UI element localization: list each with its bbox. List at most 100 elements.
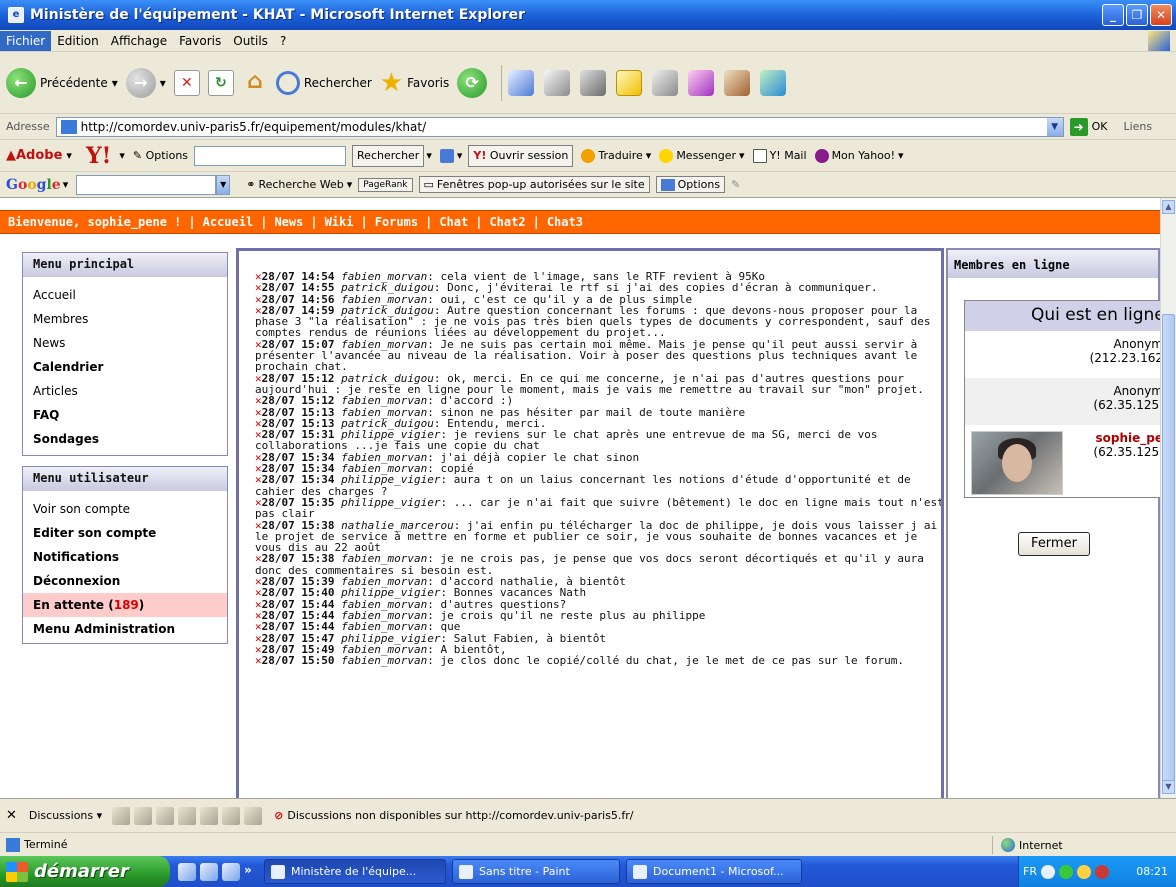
back-tray-icon[interactable] [1040,864,1055,879]
menu-item-articles[interactable]: Articles [23,379,227,403]
delete-message-icon[interactable]: ✕ [255,654,262,667]
new-discussion-icon[interactable] [112,806,131,825]
dropdown-arrow-icon[interactable]: ▾ [112,76,118,90]
yahoo-logo-icon[interactable]: Y! [86,143,111,169]
forward-button[interactable]: → ▾ [125,67,166,98]
nav-news[interactable]: News [274,215,303,229]
notes-icon[interactable] [616,69,643,96]
close-window-button[interactable]: ✕ [1150,4,1172,26]
nav-forums[interactable]: Forums [375,215,418,229]
nav-chat[interactable]: Chat [439,215,468,229]
history-icon[interactable]: ⟳ [457,67,488,98]
discussion-subscribe-icon[interactable] [244,806,263,825]
discussion-expand-icon[interactable] [156,806,175,825]
network-tray-icon[interactable] [1058,864,1073,879]
mail-icon[interactable] [508,69,535,96]
messenger-buddy-icon[interactable] [688,69,715,96]
menu-item-news[interactable]: News [23,331,227,355]
menu-item-accueil[interactable]: Accueil [23,283,227,307]
links-button[interactable]: Liens [1123,120,1152,133]
google-logo[interactable]: Google [6,177,61,193]
options-button[interactable]: ✎ Options [133,149,188,162]
pencil-icon[interactable]: ✎ [731,178,740,191]
research-icon[interactable] [724,69,751,96]
msn-messenger-icon[interactable] [760,69,787,96]
menu-help[interactable]: ? [274,34,292,48]
stop-icon[interactable]: ✕ [173,69,200,96]
back-button[interactable]: ← Précédente ▾ [6,67,118,98]
google-options-button[interactable]: Options [655,176,726,193]
maximize-button[interactable]: ❐ [1126,4,1148,26]
task-ie-window[interactable]: Ministère de l'équipe... [264,859,446,884]
menu-affichage[interactable]: Affichage [105,34,173,48]
favorites-button[interactable]: ★ Favoris [380,68,449,98]
pagerank-indicator[interactable]: PageRank [358,177,413,192]
open-session-button[interactable]: Y! Ouvrir session [468,144,574,167]
menu-item-calendrier[interactable]: Calendrier [23,355,227,379]
discussions-button[interactable]: Discussions ▾ [29,809,102,822]
menu-outils[interactable]: Outils [227,34,274,48]
discussion-refresh-icon[interactable] [222,806,241,825]
scroll-down-icon[interactable]: ▼ [1162,780,1175,794]
task-word-window[interactable]: Document1 - Microsof... [626,859,802,884]
dropdown-arrow-icon[interactable]: ▾ [119,149,125,162]
dropdown-arrow-icon[interactable]: ▾ [63,178,69,191]
scroll-up-icon[interactable]: ▲ [1162,200,1175,214]
go-button[interactable]: ➜ OK [1069,117,1107,136]
start-button[interactable]: démarrer [0,856,170,887]
page-scrollbar[interactable]: ▲ ▼ [1160,198,1176,798]
menu-fichier[interactable]: Fichier [0,30,52,51]
menu-item-sondages[interactable]: Sondages [23,427,227,451]
menu-item-administration[interactable]: Menu Administration [23,617,227,641]
menu-item-membres[interactable]: Membres [23,307,227,331]
address-input[interactable]: http://comordev.univ-paris5.fr/equipemen… [55,116,1064,137]
yahoo-search-button[interactable]: Rechercher [352,144,425,167]
address-dropdown-icon[interactable]: ▼ [1046,117,1063,136]
discussion-edit-icon[interactable] [200,806,219,825]
google-search-dropdown-icon[interactable]: ▼ [216,174,231,195]
google-search-input[interactable] [76,174,217,195]
menu-item-deconnexion[interactable]: Déconnexion [23,569,227,593]
myyahoo-button[interactable]: Mon Yahoo! ▾ [814,148,904,163]
scrollbar-thumb[interactable] [1162,314,1175,792]
close-button[interactable]: Fermer [1018,532,1090,556]
translate-button[interactable]: Traduire ▾ [581,148,651,163]
quick-launch-icon[interactable] [178,862,196,881]
popup-blocker-button[interactable]: ▭ Fenêtres pop-up autorisées sur le site [418,176,650,193]
discussion-reply-icon[interactable] [134,806,153,825]
minimize-button[interactable]: _ [1102,4,1124,26]
dropdown-arrow-icon[interactable]: ▾ [160,76,166,90]
chat-log-panel[interactable]: ✕28/07 14:54 fabien_morvan: cela vient d… [236,248,944,798]
home-icon[interactable]: ⌂ [242,69,268,96]
language-indicator[interactable]: FR [1023,865,1037,878]
menu-favoris[interactable]: Favoris [173,34,227,48]
print-icon[interactable] [544,69,571,96]
refresh-icon[interactable]: ↻ [207,69,234,96]
ymail-button[interactable]: Y! Mail [752,148,807,163]
chevron-icon[interactable]: » [244,863,258,881]
menu-edition[interactable]: Edition [51,34,105,48]
antivirus-tray-icon[interactable] [1094,864,1109,879]
search-button[interactable]: Rechercher [275,70,372,95]
discussion-collapse-icon[interactable] [178,806,197,825]
nav-chat3[interactable]: Chat3 [547,215,583,229]
nav-wiki[interactable]: Wiki [325,215,354,229]
dropdown-arrow-icon[interactable]: ▾ [66,149,72,162]
nav-chat2[interactable]: Chat2 [489,215,525,229]
yahoo-search-input[interactable] [194,145,347,166]
ie-quick-launch-icon[interactable] [222,862,240,881]
task-paint-window[interactable]: Sans titre - Paint [452,859,620,884]
calculator-icon[interactable] [652,69,679,96]
messenger-button[interactable]: Messenger ▾ [659,148,745,163]
avatar[interactable] [971,431,1063,495]
nav-accueil[interactable]: Accueil [203,215,254,229]
close-discussions-icon[interactable]: ✕ [6,808,17,823]
menu-item-voir-compte[interactable]: Voir son compte [23,497,227,521]
menu-item-notifications[interactable]: Notifications [23,545,227,569]
edit-icon[interactable] [580,69,607,96]
highlight-icon[interactable]: ▾ [439,148,462,163]
adobe-button[interactable]: ▲Adobe [6,148,62,163]
quick-launch-icon[interactable] [200,862,218,881]
messenger-tray-icon[interactable] [1076,864,1091,879]
web-search-button[interactable]: ⚭ Recherche Web ▾ [246,178,352,191]
